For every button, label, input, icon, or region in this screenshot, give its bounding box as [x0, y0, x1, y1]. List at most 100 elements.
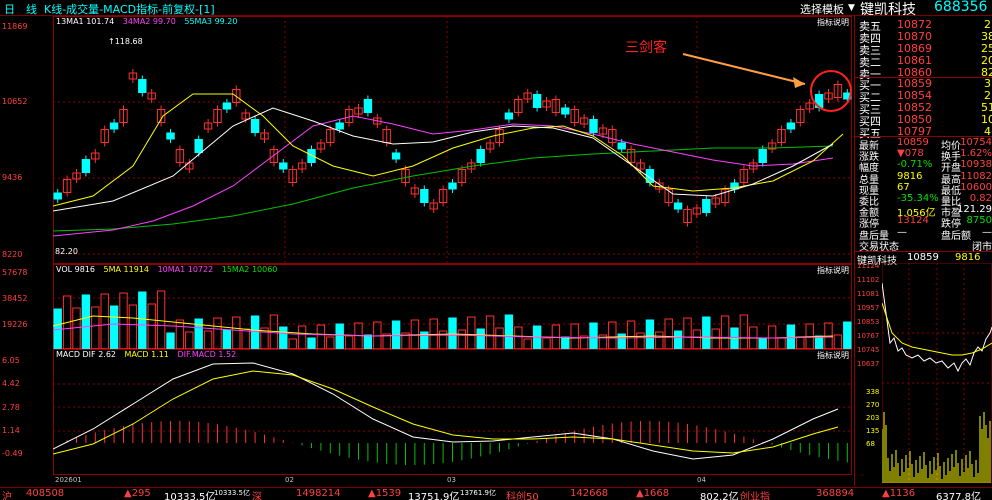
volume-bar [814, 335, 824, 349]
volume-ytick: 38452 [2, 294, 28, 303]
chart-title: K线-成交量-MACD指标-前复权-[1] [44, 3, 215, 16]
stat-value: -0.71% [897, 159, 933, 171]
volume-bar [138, 291, 147, 349]
intraday-ytick: 10767 [857, 332, 880, 340]
volume-bar [711, 328, 720, 349]
top-header: 日 线 K线-成交量-MACD指标-前复权-[1] 选择模板 ▼ 键凯科技 68… [0, 0, 992, 18]
stat-value: — [982, 226, 992, 238]
sh-amount: 10333.5亿 [164, 492, 216, 500]
volume-bar [777, 337, 786, 349]
macd-ytick: 4.42 [2, 379, 20, 388]
volume-bar [561, 336, 570, 349]
volume-bar [344, 335, 354, 349]
kline-svg: ↑118.68 82.20 [53, 16, 852, 264]
stat-value: 11082 [960, 170, 992, 182]
x-tick: 03 [447, 476, 456, 484]
volume-bar [523, 338, 532, 349]
annotation-arrow [682, 53, 806, 85]
period-line: 线 [26, 3, 37, 16]
cy-value: 368894 [816, 488, 855, 499]
volume-bar [683, 317, 692, 349]
volume-bar [232, 316, 241, 349]
sz-change: ▲1539 [368, 488, 402, 499]
stat-value: 10938 [960, 159, 992, 171]
volume-bar [626, 320, 636, 349]
kc-amount: 802.2亿 [700, 492, 739, 500]
volume-bar [702, 316, 711, 349]
volume-bar [100, 293, 109, 349]
stat-value: 67 [897, 181, 910, 193]
cy-amount: 6377.8亿 [936, 492, 981, 500]
sz-label[interactable]: 深 [252, 488, 262, 500]
stat-value: 10859 [897, 137, 929, 148]
x-tick: 04 [697, 476, 706, 484]
volume-bar [241, 328, 250, 349]
chevron-down-icon[interactable]: ▼ [848, 3, 855, 13]
volume-bar [363, 334, 373, 349]
volume-bar [213, 317, 222, 349]
volume-bar [485, 315, 495, 349]
intraday-ytick: 11102 [857, 276, 880, 284]
volume-bar [739, 314, 749, 349]
volume-bar [194, 318, 203, 349]
volume-bar [655, 331, 664, 349]
high-marker: ↑118.68 [108, 37, 143, 46]
intraday-svg[interactable] [882, 263, 992, 483]
volume-bar [570, 323, 579, 349]
sh-amount2: 10333.5亿 [214, 489, 250, 497]
stat-row: 交易状态 闭市 [857, 239, 992, 253]
stat-value: ▼078 [897, 148, 924, 160]
volume-bar [758, 338, 767, 349]
intraday-ytick: 10957 [857, 304, 880, 312]
volume-bar [166, 332, 175, 349]
volume-bar [72, 307, 81, 349]
volume-bar [307, 337, 316, 349]
volume-bar [720, 315, 730, 349]
intraday-vol-ytick: 203 [866, 414, 880, 422]
macd-ytick: 1.14 [2, 426, 20, 435]
period-day[interactable]: 日 [4, 1, 15, 17]
volume-bar [185, 331, 194, 349]
stat-value: 0.82 [969, 193, 992, 204]
orderbook-separator [855, 77, 992, 78]
volume-bar [335, 323, 344, 349]
volume-svg [53, 290, 852, 349]
intraday-vol-ytick: 338 [866, 388, 880, 396]
volume-bar [542, 337, 551, 349]
volume-bar [448, 317, 457, 349]
volume-bar [495, 327, 504, 349]
x-tick: 02 [285, 476, 294, 484]
intraday-vol-ytick: 135 [866, 427, 880, 435]
status-bar: 沪 408508 ▲295 10333.5亿 10333.5亿 深 149821… [0, 487, 992, 500]
stat-value: — [897, 226, 907, 238]
dif-line [53, 362, 839, 460]
macd-svg [53, 362, 852, 465]
kc-value: 142668 [570, 488, 609, 499]
template-select-button[interactable]: 选择模板 [800, 1, 844, 17]
intraday-vol-ytick: 270 [866, 401, 880, 409]
kline-ytick: 10652 [2, 97, 28, 106]
kc-label[interactable]: 科创50 [506, 488, 539, 500]
volume-bar [467, 316, 476, 349]
intraday-ytick: 10637 [857, 360, 880, 368]
volume-ytick: 57678 [2, 268, 28, 277]
sz-amount: 13751.9亿 [408, 492, 460, 500]
volume-bar [476, 328, 485, 349]
intraday-ytick: 11081 [857, 290, 880, 298]
macd-ytick: -0.49 [2, 449, 23, 458]
sh-label[interactable]: 沪 [2, 488, 12, 500]
sh-change: ▲295 [124, 488, 151, 499]
volume-bar [645, 319, 655, 349]
stat-value: 10754 [960, 137, 992, 148]
cy-label[interactable]: 创业指 [740, 488, 770, 500]
volume-bar [250, 315, 260, 349]
volume-bar [796, 336, 805, 349]
volume-bar [608, 321, 617, 349]
cy-change: ▲1136 [882, 488, 916, 499]
volume-bar [504, 314, 514, 349]
volume-bars-group [53, 290, 852, 349]
volume-ytick: 19226 [2, 320, 28, 329]
volume-bar [316, 324, 326, 349]
volume-bar [843, 321, 852, 349]
volume-bar [222, 329, 232, 349]
